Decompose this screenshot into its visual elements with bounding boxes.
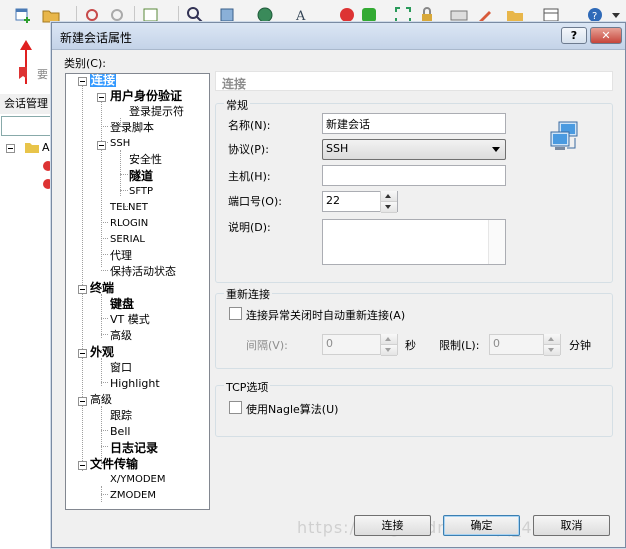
tree-item-logging[interactable]: 日志记录 bbox=[110, 441, 158, 455]
tree-item-user-auth[interactable]: 用户身份验证 bbox=[110, 89, 182, 103]
tree-item-terminal-advanced[interactable]: 高级 bbox=[110, 329, 132, 343]
tree-item-window[interactable]: 窗口 bbox=[110, 361, 132, 375]
protocol-label: 协议(P): bbox=[228, 143, 269, 156]
session-icons bbox=[43, 161, 52, 189]
name-input[interactable]: 新建会话 bbox=[322, 113, 506, 134]
close-button[interactable]: ✕ bbox=[590, 27, 622, 44]
tree-item-keyboard[interactable]: 键盘 bbox=[110, 297, 134, 311]
tree-item-zmodem[interactable]: ZMODEM bbox=[110, 489, 156, 503]
interval-spinner[interactable] bbox=[380, 334, 397, 356]
limit-input[interactable]: 0 bbox=[489, 334, 561, 356]
category-label: 类别(C): bbox=[64, 57, 106, 70]
host-label: 主机(H): bbox=[228, 170, 271, 183]
tree-item-login-script[interactable]: 登录脚本 bbox=[110, 121, 154, 135]
interval-label: 间隔(V): bbox=[246, 339, 288, 352]
description-label: 说明(D): bbox=[228, 221, 271, 234]
description-input[interactable] bbox=[322, 219, 506, 265]
panel-header: 会话管理 bbox=[0, 94, 52, 114]
session-properties-dialog: 新建会话属性 ? ✕ 类别(C): 连接 用户身份验证 登录提示符 登录脚本 S… bbox=[51, 22, 626, 548]
tree-item-xymodem[interactable]: X/YMODEM bbox=[110, 473, 165, 487]
general-group-title: 常规 bbox=[224, 97, 250, 113]
chevron-down-icon bbox=[492, 147, 500, 152]
name-label: 名称(N): bbox=[228, 119, 271, 132]
folder-icon bbox=[25, 143, 39, 153]
dialog-title: 新建会话属性 bbox=[60, 31, 133, 45]
tree-item-bell[interactable]: Bell bbox=[110, 425, 130, 439]
tcp-group-title: TCP选项 bbox=[224, 379, 271, 395]
minutes-label: 分钟 bbox=[569, 339, 591, 352]
tree-item-trace[interactable]: 跟踪 bbox=[110, 409, 132, 423]
tree-expander[interactable] bbox=[78, 285, 87, 294]
tree-item-rlogin[interactable]: RLOGIN bbox=[110, 217, 148, 231]
auto-reconnect-label: 连接异常关闭时自动重新连接(A) bbox=[246, 309, 406, 322]
cancel-button[interactable]: 取消 bbox=[533, 515, 610, 536]
side-label: 要 bbox=[37, 68, 48, 81]
tree-item-file-transfer[interactable]: 文件传输 bbox=[90, 457, 138, 471]
section-header: 连接 bbox=[215, 71, 613, 91]
tree-expander[interactable] bbox=[97, 93, 106, 102]
connect-button[interactable]: 连接 bbox=[354, 515, 431, 536]
port-label: 端口号(O): bbox=[228, 195, 282, 208]
tree-item-vt-mode[interactable]: VT 模式 bbox=[110, 313, 150, 327]
help-button[interactable]: ? bbox=[561, 27, 587, 44]
nagle-checkbox[interactable] bbox=[229, 401, 242, 414]
tree-item-connection[interactable]: 连接 bbox=[90, 74, 117, 87]
port-spinner[interactable] bbox=[380, 191, 397, 213]
tree-item-telnet[interactable]: TELNET bbox=[110, 201, 148, 215]
seconds-label: 秒 bbox=[405, 339, 416, 352]
reconnect-group-title: 重新连接 bbox=[224, 286, 272, 302]
tree-root-label: A bbox=[42, 141, 50, 154]
panel-search-box[interactable] bbox=[1, 116, 51, 136]
tree-item-security[interactable]: 安全性 bbox=[129, 153, 162, 167]
tree-expander[interactable] bbox=[6, 144, 15, 153]
description-scrollbar[interactable] bbox=[488, 220, 505, 264]
tree-item-sftp[interactable]: SFTP bbox=[129, 185, 153, 199]
tree-item-highlight[interactable]: Highlight bbox=[110, 377, 160, 391]
auto-reconnect-checkbox[interactable] bbox=[229, 307, 242, 320]
tree-item-proxy[interactable]: 代理 bbox=[110, 249, 132, 263]
tree-item-appearance[interactable]: 外观 bbox=[90, 345, 114, 359]
port-input[interactable]: 22 bbox=[322, 191, 398, 213]
reconnect-group bbox=[215, 293, 613, 369]
svg-text:?: ? bbox=[592, 11, 597, 22]
tree-item-advanced[interactable]: 高级 bbox=[90, 393, 112, 407]
tree-expander[interactable] bbox=[78, 397, 87, 406]
dialog-titlebar[interactable]: 新建会话属性 ? ✕ bbox=[52, 23, 625, 50]
new-session-icon[interactable] bbox=[14, 6, 32, 24]
ok-button[interactable]: 确定 bbox=[443, 515, 520, 536]
tree-item-login-prompt[interactable]: 登录提示符 bbox=[129, 105, 184, 119]
tree-expander[interactable] bbox=[97, 141, 106, 150]
tree-expander[interactable] bbox=[78, 461, 87, 470]
tree-item-tunnel[interactable]: 隧道 bbox=[129, 169, 153, 183]
bookmark-icon bbox=[19, 67, 27, 79]
interval-input[interactable]: 0 bbox=[322, 334, 398, 356]
nagle-label: 使用Nagle算法(U) bbox=[246, 403, 339, 416]
limit-label: 限制(L): bbox=[439, 339, 480, 352]
tree-item-terminal[interactable]: 终端 bbox=[90, 281, 114, 295]
tree-item-ssh[interactable]: SSH bbox=[110, 137, 130, 151]
category-tree[interactable]: 连接 用户身份验证 登录提示符 登录脚本 SSH 安全性 隧道 SFTP TEL… bbox=[65, 73, 210, 510]
tree-item-keepalive[interactable]: 保持活动状态 bbox=[110, 265, 176, 279]
limit-spinner[interactable] bbox=[543, 334, 560, 356]
tree-expander[interactable] bbox=[78, 349, 87, 358]
protocol-select[interactable]: SSH bbox=[322, 139, 506, 160]
tree-expander[interactable] bbox=[78, 77, 87, 86]
network-computers-icon bbox=[550, 121, 578, 150]
tree-item-serial[interactable]: SERIAL bbox=[110, 233, 145, 247]
section-title: 连接 bbox=[222, 77, 247, 91]
host-input[interactable] bbox=[322, 165, 506, 186]
